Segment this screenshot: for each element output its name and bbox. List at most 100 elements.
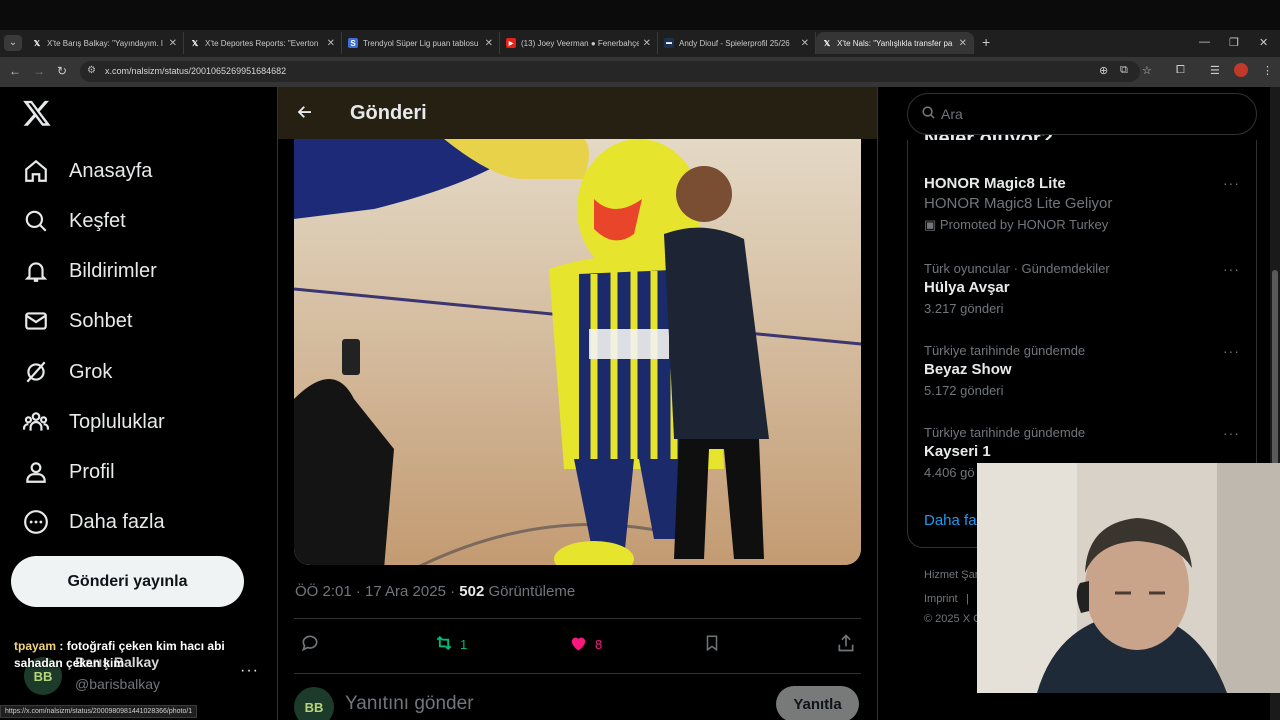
share-action[interactable] (836, 633, 856, 656)
bell-icon (22, 257, 50, 285)
trend-context: Türkiye tarihinde gündemde (924, 425, 1086, 440)
more-circle-icon (22, 508, 50, 536)
close-tab-icon[interactable]: ✕ (643, 38, 651, 49)
divider (294, 673, 861, 674)
tab-search-button[interactable]: ⌄ (4, 35, 22, 51)
view-label: Görüntüleme (484, 583, 576, 600)
heart-icon (568, 633, 589, 656)
site-icon: S (348, 38, 358, 48)
reply-button[interactable]: Yanıtla (776, 686, 859, 720)
chat-username: tpayam (14, 639, 57, 653)
nav-more[interactable]: Daha fazla (22, 502, 165, 542)
nav-communities[interactable]: Topluluklar (22, 402, 165, 442)
back-icon[interactable]: ← (9, 64, 21, 78)
maximize-icon[interactable]: ❐ (1229, 36, 1239, 49)
browser-tab[interactable]: 𝕏 X'te Barış Balkay: "Yayındayım. l ✕ (26, 32, 184, 54)
scrollbar-thumb[interactable] (1272, 270, 1278, 470)
extensions-icon[interactable]: ⧠ (1176, 64, 1185, 77)
mail-icon (22, 307, 50, 335)
nav-chat[interactable]: Sohbet (22, 301, 132, 341)
promoted-icon: ▣ (924, 217, 940, 232)
back-arrow-icon[interactable] (296, 103, 314, 126)
trend-name: Kayseri 1 (924, 443, 991, 460)
trend-count: 5.172 gönderi (924, 383, 1004, 398)
person-icon (22, 458, 50, 486)
terms-link[interactable]: Hizmet Şar (924, 569, 978, 581)
close-tab-icon[interactable]: ✕ (801, 38, 809, 49)
nav-home[interactable]: Anasayfa (22, 151, 152, 191)
promoted-label: ▣ Promoted by HONOR Turkey (924, 217, 1109, 232)
retweet-action[interactable]: 1 (433, 633, 467, 656)
close-tab-icon[interactable]: ✕ (327, 38, 335, 49)
browser-tab[interactable]: S Trendyol Süper Lig puan tablosu ✕ (342, 32, 500, 54)
imprint-link[interactable]: Imprint (924, 593, 958, 605)
browser-menu-icon[interactable]: ⋮ (1262, 64, 1273, 77)
post-column: Gönderi ÖÖ 2:01 · 17 Ara 2025 · 502 Görü… (277, 87, 878, 720)
nav-grok[interactable]: Grok (22, 352, 112, 392)
trend-item[interactable]: Türk oyuncular · Gündemdekiler Hülya Avş… (924, 261, 1244, 316)
reading-list-icon[interactable]: ☰ (1210, 64, 1220, 77)
more-icon[interactable]: ··· (1223, 343, 1240, 359)
webcam-image (977, 463, 1280, 693)
close-window-icon[interactable]: ✕ (1259, 36, 1268, 49)
forward-icon[interactable]: → (33, 64, 45, 78)
stream-chat-overlay: tpayam : fotoğrafi çeken kim hacı abi sa… (14, 638, 276, 672)
os-top-bar (0, 0, 1280, 30)
trend-name: HONOR Magic8 Lite (924, 175, 1066, 192)
trend-subtitle: HONOR Magic8 Lite Geliyor (924, 195, 1113, 212)
search-placeholder: Ara (941, 106, 963, 122)
browser-tab[interactable]: 𝕏 X'te Deportes Reports: "Everton ✕ (184, 32, 342, 54)
search-icon (22, 207, 50, 235)
trend-item[interactable]: Türkiye tarihinde gündemde Beyaz Show 5.… (924, 343, 1244, 398)
trend-context: Türkiye tarihinde gündemde (924, 343, 1086, 358)
reply-action[interactable] (300, 633, 320, 656)
retweet-icon (433, 633, 455, 656)
nav-notifications[interactable]: Bildirimler (22, 251, 157, 291)
webcam-overlay (977, 463, 1280, 693)
trend-context: Türk oyuncular · Gündemdekiler (924, 261, 1110, 276)
view-count: 502 (459, 583, 485, 600)
x-icon: 𝕏 (823, 38, 831, 48)
grok-icon (22, 358, 50, 386)
bookmark-action[interactable] (703, 633, 721, 656)
bookmark-icon (703, 633, 721, 656)
post-photo[interactable] (294, 139, 861, 565)
home-icon (22, 157, 50, 185)
show-more-link[interactable]: Daha fa (924, 512, 977, 529)
browser-tab-active[interactable]: 𝕏 X'te Nals: "Yanlışlıkla transfer pa ✕ (816, 32, 974, 54)
x-logo-icon[interactable] (22, 98, 52, 128)
browser-tab[interactable]: ▬ Andy Diouf - Spielerprofil 25/26 ✕ (658, 32, 816, 54)
nav-explore[interactable]: Keşfet (22, 201, 126, 241)
close-tab-icon[interactable]: ✕ (959, 38, 967, 49)
promoted-trend[interactable]: HONOR Magic8 Lite HONOR Magic8 Lite Geli… (924, 175, 1244, 233)
divider (294, 618, 861, 619)
youtube-icon: ▶ (506, 38, 516, 48)
search-input[interactable]: Ara (907, 93, 1257, 135)
minimize-icon[interactable]: — (1199, 36, 1210, 48)
close-tab-icon[interactable]: ✕ (485, 38, 493, 49)
bookmark-star-icon[interactable]: ☆ (1142, 64, 1152, 77)
post-timestamp[interactable]: ÖÖ 2:01 · 17 Ara 2025 · (295, 583, 459, 600)
reload-icon[interactable]: ↻ (57, 64, 67, 78)
zoom-icon[interactable]: ⊕ (1099, 64, 1108, 77)
install-app-icon[interactable]: ⧉ (1120, 64, 1128, 77)
trend-name: Hülya Avşar (924, 279, 1010, 296)
url-text[interactable]: x.com/nalsizm/status/2001065269951684682 (105, 66, 286, 76)
account-handle[interactable]: @barisbalkay (75, 676, 160, 692)
link-status-bar: https://x.com/nalsizm/status/20009809814… (0, 705, 198, 718)
more-icon[interactable]: ··· (1223, 261, 1240, 277)
browser-tab[interactable]: ▶ (13) Joey Veerman ● Fenerbahçe ✕ (500, 32, 658, 54)
close-tab-icon[interactable]: ✕ (169, 38, 177, 49)
more-icon[interactable]: ··· (1223, 175, 1240, 191)
reply-input[interactable]: Yanıtını gönder (345, 693, 474, 715)
post-meta: ÖÖ 2:01 · 17 Ara 2025 · 502 Görüntüleme (295, 583, 575, 600)
like-action[interactable]: 8 (568, 633, 602, 656)
site-info-icon[interactable]: ⚙ (87, 65, 96, 76)
profile-avatar-icon[interactable] (1234, 63, 1248, 77)
new-tab-button[interactable]: + (982, 34, 990, 50)
more-icon[interactable]: ··· (1223, 425, 1240, 441)
reply-avatar: BB (294, 687, 334, 720)
nav-profile[interactable]: Profil (22, 452, 115, 492)
post-button[interactable]: Gönderi yayınla (11, 556, 244, 607)
retweet-count: 1 (460, 637, 468, 652)
